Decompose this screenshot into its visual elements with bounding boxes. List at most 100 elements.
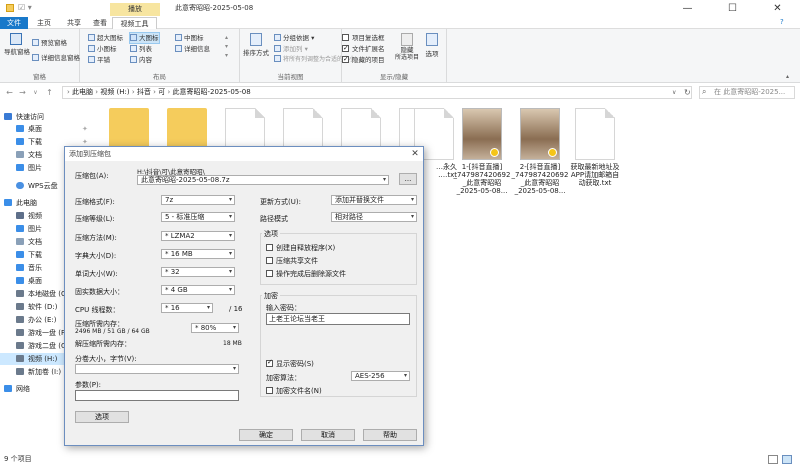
ok-button[interactable]: 确定 (239, 429, 293, 441)
menu-share[interactable]: 共享 (60, 17, 88, 29)
sort-by-button[interactable]: 排序方式 (243, 33, 269, 58)
menu-video-tools[interactable]: 视频工具 (112, 17, 157, 29)
picture-icon (16, 164, 24, 171)
nav-pane-button[interactable]: 导航窗格 (4, 33, 30, 57)
split-label: 分卷大小，字节(V): (75, 355, 137, 363)
password-input[interactable]: 上老王论坛当老王 (266, 313, 410, 325)
enc-method-select[interactable]: AES-256 ▾ (351, 371, 410, 381)
breadcrumb-separator: › (131, 88, 135, 96)
archive-badge-icon (548, 148, 557, 157)
recent-chevron-icon[interactable]: ∨ (30, 86, 41, 99)
level-select[interactable]: 5 - 标准压缩 ▾ (161, 212, 235, 222)
browse-button[interactable]: ... (399, 173, 417, 185)
checkbox (266, 257, 273, 264)
dict-select[interactable]: * 16 MB ▾ (161, 249, 235, 259)
chevron-down-icon: ▾ (228, 286, 232, 293)
opt-delete[interactable]: 操作完成后删除源文件 (266, 269, 346, 279)
breadcrumb-current[interactable]: 此意寄昭昭-2025-05-08 (172, 88, 250, 96)
layout-details[interactable]: 详细信息 (175, 44, 210, 54)
refresh-icon[interactable]: ↻ (684, 86, 694, 99)
sidebar-item-desktop[interactable]: 桌面 ✦ (0, 123, 96, 135)
enc-method-label: 加密算法： (266, 374, 301, 382)
file-item[interactable]: 获取最新地址及 APP请加邮箱自 动获取.txt (566, 108, 624, 187)
enc-names-toggle[interactable]: 加密文件名(N) (266, 386, 322, 396)
item-checkbox-toggle[interactable]: 项目复选框 (342, 33, 385, 43)
breadcrumb[interactable]: › 此电脑 › 视频 (H:) › 抖音 › 可 › 此意寄昭昭-2025-05… (62, 86, 692, 99)
help-button[interactable]: 帮助 (363, 429, 417, 441)
pathmode-select[interactable]: 相对路径 ▾ (331, 212, 417, 222)
details-view-icon[interactable] (768, 455, 778, 464)
help-icon[interactable]: ? (780, 18, 784, 26)
layout-tiles[interactable]: 平铺 (88, 55, 110, 65)
file-item[interactable]: 2-[抖音直播] _747987420692 _此意寄昭昭 _2025-05-0… (511, 108, 569, 195)
options-group-title: 选项 (262, 229, 280, 239)
breadcrumb-douyin[interactable]: 抖音 (137, 88, 151, 96)
maximize-button[interactable]: ☐ (710, 0, 755, 17)
breadcrumb-this-pc[interactable]: 此电脑 (72, 88, 93, 96)
play-context-tab[interactable]: 播放 (110, 3, 160, 16)
music-icon (16, 264, 24, 271)
params-input[interactable] (75, 390, 239, 401)
file-ext-toggle[interactable]: 文件扩展名 (342, 43, 385, 54)
solid-select[interactable]: * 4 GB ▾ (161, 285, 235, 295)
hidden-items-toggle[interactable]: 隐藏的项目 (342, 54, 385, 65)
preview-pane-button[interactable]: 预览窗格 (32, 38, 67, 48)
update-select[interactable]: 添加并替换文件 ▾ (331, 195, 417, 205)
layout-scroll-arrows[interactable]: ▴ ▾ ▾ (225, 33, 228, 60)
hide-selected-button[interactable]: 隐藏 所选项目 (394, 33, 420, 61)
dialog-title: 添加到压缩包 (65, 147, 423, 161)
chevron-down-icon: ▾ (410, 213, 414, 220)
computer-icon (4, 199, 12, 206)
dialog-close-button[interactable]: ✕ (409, 148, 421, 160)
address-dropdown-icon[interactable]: ∨ (672, 86, 682, 99)
layout-xl-icons[interactable]: 超大图标 (88, 33, 123, 43)
pin-icon: ✦ (82, 125, 88, 133)
breadcrumb-ke[interactable]: 可 (158, 88, 165, 96)
opt-shared[interactable]: 压缩共享文件 (266, 256, 318, 266)
breadcrumb-drive-h[interactable]: 视频 (H:) (100, 88, 129, 96)
drive-icon (16, 368, 24, 375)
layout-medium-icons[interactable]: 中图标 (175, 33, 204, 43)
show-password-toggle[interactable]: 显示密码(S) (266, 358, 314, 369)
file-item[interactable]: 1-[抖音直播] _747987420692 _此意寄昭昭 _2025-05-0… (453, 108, 511, 195)
layout-small-icons[interactable]: 小图标 (88, 44, 117, 54)
add-column-button[interactable]: 添加列 ▾ (274, 44, 308, 54)
chevron-down-icon: ▾ (228, 232, 232, 239)
forward-arrow-icon[interactable]: → (17, 86, 28, 99)
mem-percent-select[interactable]: * 80% ▾ (191, 323, 239, 333)
close-button[interactable]: ✕ (755, 0, 800, 17)
collapse-ribbon-icon[interactable]: ▴ (786, 73, 789, 80)
word-select[interactable]: * 32 ▾ (161, 267, 235, 277)
layout-content[interactable]: 内容 (130, 55, 152, 65)
archive-badge-icon (490, 148, 499, 157)
menu-home[interactable]: 主页 (30, 17, 58, 29)
options-button[interactable]: 选项 (75, 411, 129, 423)
group-by-button[interactable]: 分组依据 ▾ (274, 33, 314, 43)
archive-name-input[interactable]: 此意寄昭昭-2025-05-08.7z ▾ (137, 175, 389, 185)
chevron-down-icon: ▾ (232, 365, 236, 372)
minimize-button[interactable]: — (665, 0, 710, 17)
cpu-select[interactable]: * 16 ▾ (161, 303, 213, 313)
drive-icon (16, 355, 24, 362)
opt-sfx[interactable]: 创建自释放程序(X) (266, 243, 335, 253)
details-pane-button[interactable]: 详细信息窗格 (32, 53, 80, 63)
layout-large-icons[interactable]: 大图标 (129, 32, 160, 44)
method-select[interactable]: * LZMA2 ▾ (161, 231, 235, 241)
up-arrow-icon[interactable]: ↑ (44, 86, 55, 99)
format-select[interactable]: 7z ▾ (161, 195, 235, 205)
options-button[interactable]: 选项 (420, 33, 444, 59)
menu-file[interactable]: 文件 (0, 17, 28, 29)
sidebar-item-quick-access[interactable]: 快速访问 (0, 111, 96, 123)
large-icons-view-icon[interactable] (782, 455, 792, 464)
back-arrow-icon[interactable]: ← (4, 86, 15, 99)
search-input[interactable]: 在 此意寄昭昭-2025... (699, 86, 795, 99)
layout-list[interactable]: 列表 (130, 44, 152, 54)
cancel-button[interactable]: 取消 (301, 429, 355, 441)
checkbox (266, 387, 273, 394)
split-size-select[interactable]: ▾ (75, 364, 239, 374)
ribbon-group-current-view: 排序方式 分组依据 ▾ 添加列 ▾ 将所有列调整为合适的大小 当前视图 (240, 29, 355, 83)
chevron-down-icon: ▾ (232, 324, 236, 331)
menu-view[interactable]: 查看 (89, 17, 111, 29)
quick-access-toolbar[interactable]: ☑ ▾ (18, 3, 32, 12)
breadcrumb-separator: › (67, 88, 70, 96)
